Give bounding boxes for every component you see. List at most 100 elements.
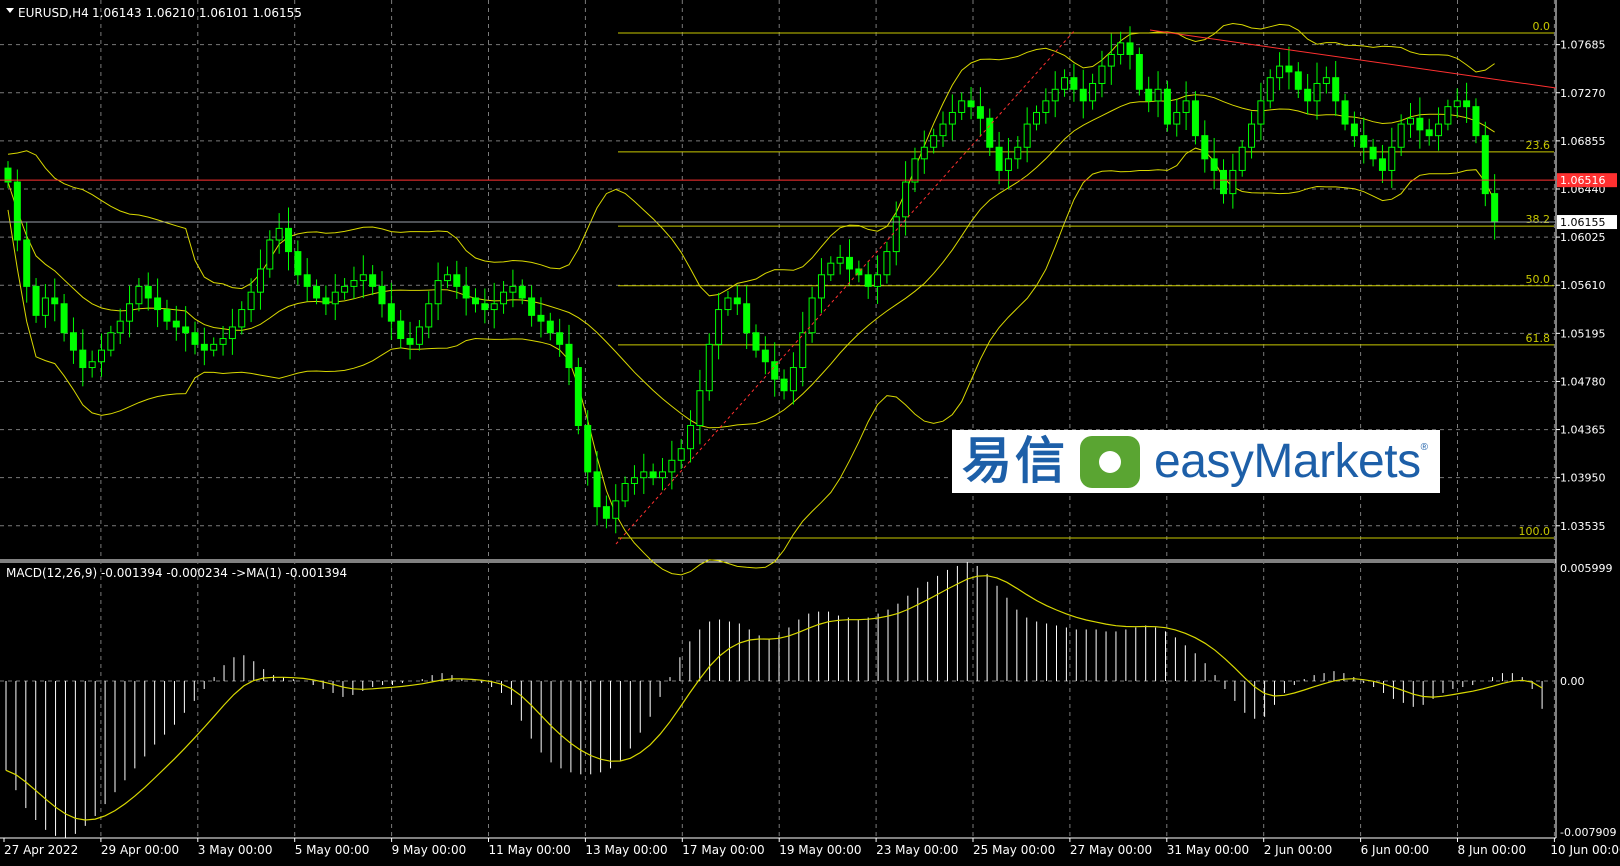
time-tick-label: 3 May 00:00: [198, 843, 273, 857]
candle-bearish: [537, 314, 545, 322]
candle-bullish: [1229, 169, 1237, 195]
time-tick-label: 27 Apr 2022: [4, 843, 78, 857]
candle-bearish: [378, 285, 386, 305]
candle-bearish: [1341, 100, 1349, 125]
candle-bearish: [1070, 77, 1078, 90]
time-tick-label: 27 May 00:00: [1070, 843, 1152, 857]
candle-bullish: [1313, 82, 1321, 102]
logo-registered-mark: ®: [1420, 442, 1428, 453]
candle-bullish: [827, 262, 835, 276]
candle-bullish: [817, 274, 825, 299]
time-tick-label: 17 May 00:00: [682, 843, 764, 857]
candle-bullish: [1154, 88, 1162, 102]
bollinger-lower-band: [7, 147, 1496, 576]
candle-bearish: [144, 285, 152, 299]
candle-bearish: [406, 338, 414, 345]
easymarkets-logo: 易信 easyMarkets ®: [952, 430, 1440, 493]
candle-bullish: [883, 251, 891, 276]
price-tick-label: 1.04365: [1560, 424, 1606, 437]
price-tick-label: 1.06855: [1560, 135, 1606, 148]
candle-bearish: [303, 274, 311, 287]
candle-bearish: [1425, 129, 1433, 137]
time-tick-label: 8 Jun 00:00: [1458, 843, 1527, 857]
candle-bearish: [1350, 123, 1358, 137]
chart-window[interactable]: 1.07685 1.07270 1.06855 1.06440 1.06025 1.056…: [0, 0, 1620, 862]
candle-bullish: [1014, 146, 1022, 160]
candle-bullish: [715, 309, 723, 345]
candle-bearish: [294, 251, 302, 276]
candle-bearish: [518, 285, 526, 299]
candle-bearish: [1294, 71, 1302, 90]
time-tick-label: 11 May 00:00: [489, 843, 571, 857]
candle-bullish: [1042, 100, 1050, 113]
candle-bearish: [528, 297, 536, 316]
candle-bullish: [1276, 65, 1284, 79]
candle-bearish: [154, 297, 162, 311]
candle-bullish: [911, 158, 919, 183]
candle-bearish: [780, 378, 788, 392]
candle-bearish: [397, 320, 405, 340]
candle-bearish: [1220, 169, 1227, 195]
candle-bearish: [462, 285, 470, 299]
price-tick-label: 1.05195: [1560, 327, 1606, 340]
candle-bearish: [1369, 146, 1377, 160]
candle-bullish: [724, 297, 732, 311]
candle-bearish: [200, 343, 208, 351]
candle-bullish: [1117, 42, 1125, 55]
candle-bullish: [341, 285, 349, 293]
candle-bullish: [789, 367, 797, 392]
time-tick-label: 19 May 00:00: [779, 843, 861, 857]
candle-bearish: [752, 332, 760, 351]
symbol-dropdown-icon[interactable]: [6, 8, 14, 13]
red-level-price-label: 1.06516: [1560, 174, 1606, 187]
symbol-label[interactable]: EURUSD,H4: [18, 6, 89, 20]
candle-bullish: [1182, 100, 1190, 113]
candle-bullish: [612, 500, 620, 519]
candle-bearish: [481, 303, 489, 311]
fib-level-label: 23.6: [1526, 139, 1551, 152]
descending-trendline[interactable]: [1149, 29, 1557, 89]
candle-bearish: [967, 100, 975, 108]
candle-bearish: [1463, 100, 1471, 108]
fib-level-label: 0.0: [1533, 20, 1551, 33]
candle-bearish: [32, 285, 40, 316]
candle-bullish: [920, 146, 928, 160]
candle-bearish: [649, 471, 657, 479]
candle-bullish: [425, 303, 433, 328]
logo-mark-icon: [1080, 435, 1140, 488]
candle-bullish: [677, 448, 685, 461]
time-tick-label: 23 May 00:00: [876, 843, 958, 857]
candle-bearish: [846, 256, 853, 270]
current-price-label: 1.06155: [1560, 216, 1606, 229]
candle-bullish: [939, 123, 947, 137]
ohlc-readout: 1.06143 1.06210 1.06101 1.06155: [92, 6, 302, 20]
price-tick-label: 1.03535: [1560, 520, 1606, 533]
candle-bullish: [668, 459, 676, 473]
candle-bullish: [1173, 111, 1181, 125]
candle-bearish: [313, 285, 321, 299]
candle-bearish: [602, 506, 610, 519]
candle-bullish: [1248, 123, 1256, 148]
candle-bullish: [1397, 123, 1405, 148]
candle-bearish: [472, 297, 479, 305]
candle-bearish: [864, 274, 872, 287]
macd-header-label: MACD(12,26,9) -0.001394 -0.000234 ->MA(1…: [6, 566, 347, 580]
candle-bearish: [69, 332, 77, 351]
candle-bearish: [976, 106, 984, 119]
candle-bullish: [41, 297, 49, 316]
candle-bearish: [453, 274, 461, 287]
price-tick-label: 1.05610: [1560, 279, 1606, 292]
candle-bullish: [1322, 77, 1330, 84]
candle-bearish: [1472, 106, 1480, 137]
candle-bearish: [1135, 53, 1143, 90]
candle-bearish: [182, 326, 190, 334]
candle-bullish: [836, 256, 844, 264]
candle-bullish: [359, 274, 367, 282]
candle-bearish: [743, 303, 751, 334]
candle-bearish: [593, 471, 601, 508]
bollinger-upper-band: [7, 22, 1495, 297]
candle-bullish: [1033, 111, 1040, 125]
candle-bearish: [584, 425, 592, 473]
candle-bullish: [350, 280, 358, 287]
candle-bullish: [659, 471, 666, 479]
